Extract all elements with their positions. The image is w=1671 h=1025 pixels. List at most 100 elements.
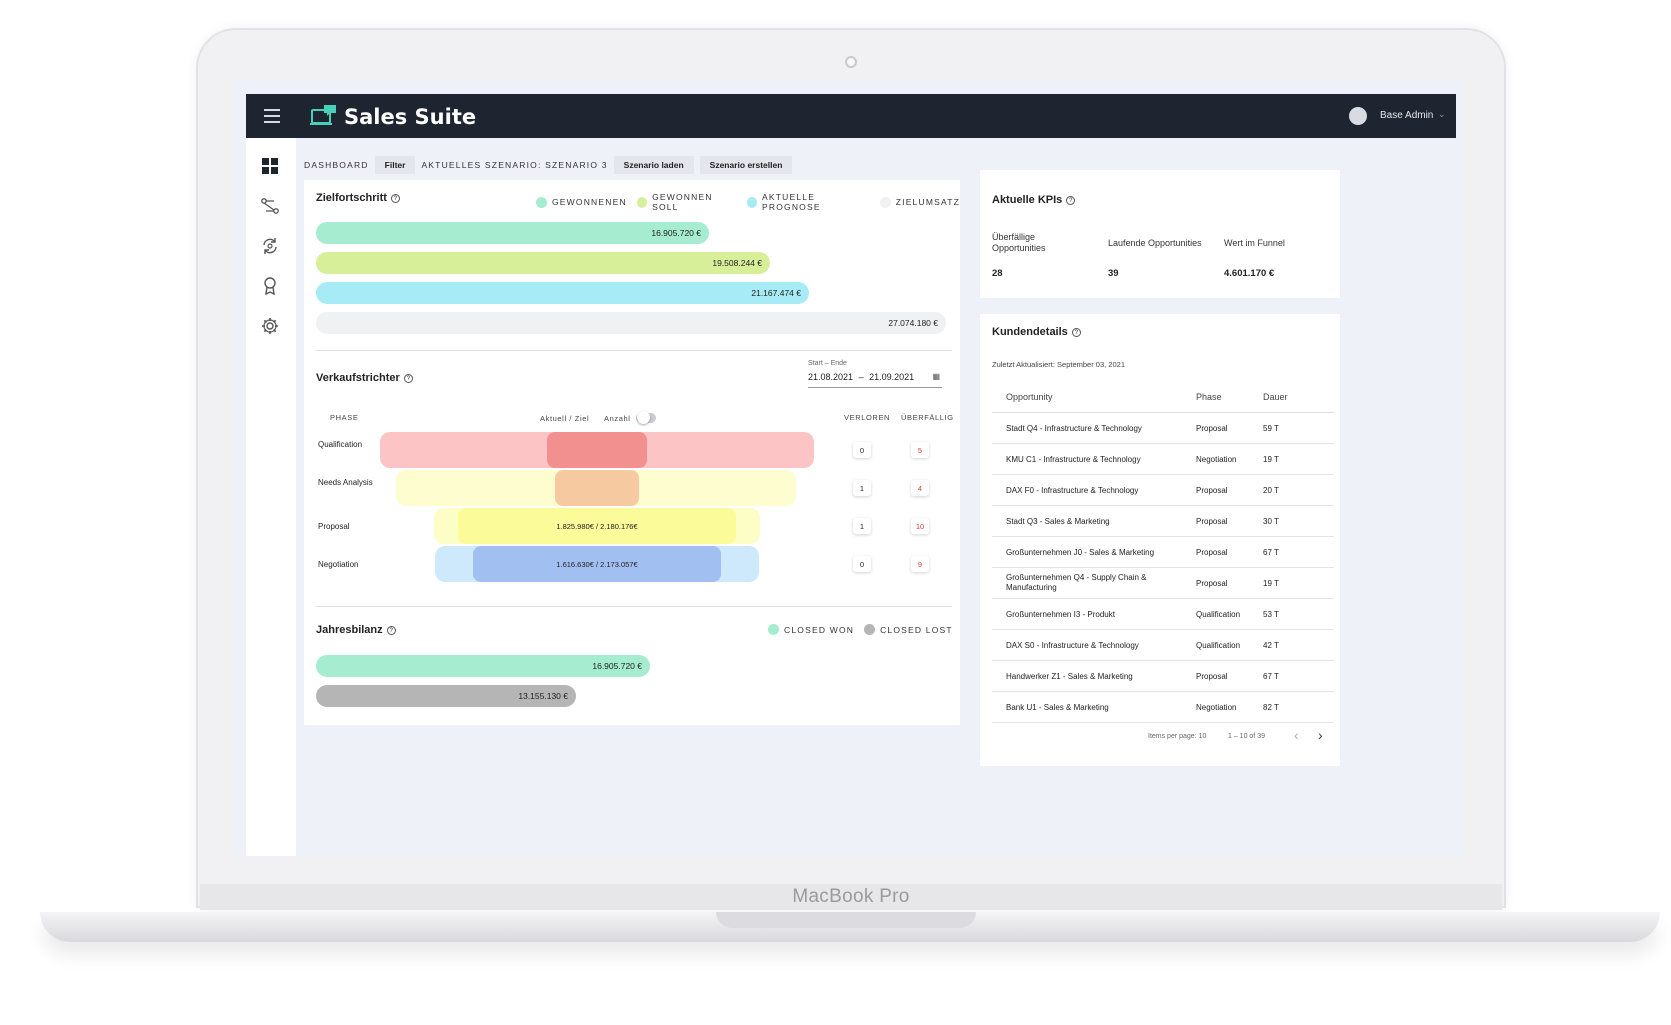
load-scenario-button[interactable]: Szenario laden <box>613 156 694 174</box>
kpi-value: 4.601.170 € <box>1224 268 1275 279</box>
lost-count[interactable]: 1 <box>853 480 871 496</box>
cell-dauer: 30 T <box>1263 517 1279 526</box>
help-icon[interactable]: ? <box>390 193 400 203</box>
ziel-bar: 19.508.244 € <box>316 252 770 274</box>
prev-page-icon[interactable]: ‹ <box>1294 727 1299 743</box>
table-row[interactable]: Stadt Q4 - Infrastructure & Technology Pr… <box>992 413 1334 444</box>
cell-opportunity: Handwerker Z1 - Sales & Marketing <box>1006 672 1133 681</box>
create-scenario-button[interactable]: Szenario erstellen <box>699 156 793 174</box>
cell-opportunity: Großunternehmen Q4 - Supply Chain & Manu… <box>1006 573 1147 592</box>
calendar-icon[interactable]: ▦ <box>932 372 940 381</box>
kunden-title: Kundendetails? <box>992 326 1081 338</box>
lost-count[interactable]: 0 <box>853 556 871 572</box>
legend-item: AKTUELLE PROGNOSE <box>746 192 870 212</box>
left-card: Zielfortschritt? GEWONNENEN GEWONNEN SOL… <box>304 180 960 725</box>
cell-phase: Proposal <box>1196 486 1228 495</box>
cell-dauer: 20 T <box>1263 486 1279 495</box>
column-header-opportunity[interactable]: Opportunity <box>1006 392 1053 402</box>
table-row[interactable]: DAX F0 - Infrastructure & Technology Prop… <box>992 475 1334 506</box>
table-row[interactable]: Großunternehmen I3 - Produkt Qualificatio… <box>992 599 1334 630</box>
legend-item: GEWONNEN SOLL <box>636 192 737 212</box>
next-page-icon[interactable]: › <box>1318 727 1323 743</box>
sync-icon[interactable] <box>260 236 280 256</box>
funnel-actual-bar[interactable] <box>555 470 639 506</box>
table-row[interactable]: Großunternehmen J0 - Sales & Marketing Pr… <box>992 537 1334 568</box>
flow-icon[interactable] <box>260 196 280 216</box>
table-row[interactable]: Bank U1 - Sales & Marketing Negotiation 82… <box>992 692 1334 723</box>
page-range: 1 – 10 of 39 <box>1228 733 1265 740</box>
legend-dot <box>768 624 779 635</box>
filter-button[interactable]: Filter <box>374 156 416 174</box>
chevron-down-icon[interactable]: ⌄ <box>1438 109 1446 120</box>
overdue-count[interactable]: 5 <box>911 442 929 458</box>
breadcrumb-dashboard[interactable]: DASHBOARD <box>304 160 369 170</box>
funnel-phase-label: Proposal <box>318 522 350 531</box>
app-header: Sales Suite Base Admin ⌄ <box>246 94 1456 138</box>
table-row[interactable]: KMU C1 - Infrastructure & Technology Nego… <box>992 444 1334 475</box>
table-row[interactable]: Stadt Q3 - Sales & Marketing Proposal 30 T <box>992 506 1334 537</box>
ziel-title: Zielfortschritt? <box>316 192 400 204</box>
cell-dauer: 67 T <box>1263 672 1279 681</box>
award-icon[interactable] <box>260 276 280 296</box>
logo-icon <box>310 105 336 125</box>
funnel-actual-bar[interactable]: 1.616.630€ / 2.173.057€ <box>473 546 721 582</box>
legend-dot <box>746 196 757 208</box>
last-updated: Zuletzt Aktualisiert: September 03, 2021 <box>992 360 1125 369</box>
app-title: Sales Suite <box>344 105 477 129</box>
cell-dauer: 19 T <box>1263 579 1279 588</box>
cell-phase: Qualification <box>1196 641 1241 650</box>
date-range-input[interactable]: 21.08.2021 – 21.09.2021 ▦ <box>808 372 942 388</box>
toggle-knob[interactable] <box>637 411 650 424</box>
cell-opportunity: DAX S0 - Infrastructure & Technology <box>1006 641 1139 650</box>
legend-dot <box>879 196 891 208</box>
table-row[interactable]: DAX S0 - Infrastructure & Technology Qual… <box>992 630 1334 661</box>
current-scenario-label: AKTUELLES SZENARIO: SZENARIO 3 <box>421 160 608 170</box>
lost-count[interactable]: 1 <box>853 518 871 534</box>
jahres-bar-label: 16.905.720 € <box>592 661 642 671</box>
table-row[interactable]: Großunternehmen Q4 - Supply Chain & Manu… <box>992 568 1334 599</box>
cell-dauer: 42 T <box>1263 641 1279 650</box>
start-date: 21.08.2021 <box>808 372 854 382</box>
overdue-count[interactable]: 9 <box>911 556 929 572</box>
cell-phase: Proposal <box>1196 517 1228 526</box>
laptop-notch <box>716 912 976 928</box>
ziel-legend: GEWONNENEN GEWONNEN SOLL AKTUELLE PROGNO… <box>536 192 960 212</box>
user-avatar-icon[interactable] <box>1349 107 1367 125</box>
help-icon[interactable]: ? <box>403 373 413 383</box>
cell-phase: Qualification <box>1196 610 1241 619</box>
kpi-label: Überfällige Opportunities <box>992 232 1046 253</box>
gear-icon[interactable] <box>260 316 280 336</box>
cell-opportunity: DAX F0 - Infrastructure & Technology <box>1006 486 1139 495</box>
toolbar: DASHBOARD Filter AKTUELLES SZENARIO: SZE… <box>304 156 793 174</box>
legend-dot <box>636 196 648 208</box>
ziel-bar: 16.905.720 € <box>316 222 709 244</box>
funnel-actual-bar[interactable]: 1.825.980€ / 2.180.176€ <box>458 508 736 544</box>
ziel-bar-label: 27.074.180 € <box>888 318 938 328</box>
overdue-count[interactable]: 4 <box>911 480 929 496</box>
date-separator: – <box>858 372 864 382</box>
funnel-actual-bar[interactable] <box>547 432 647 468</box>
user-name[interactable]: Base Admin <box>1380 110 1433 121</box>
lost-count[interactable]: 0 <box>853 442 871 458</box>
column-header-dauer[interactable]: Dauer <box>1263 392 1288 402</box>
help-icon[interactable]: ? <box>386 625 396 635</box>
kpi-card: Aktuelle KPIs? Überfällige Opportunities… <box>980 170 1340 298</box>
aktuell-ziel-toggle[interactable] <box>636 411 656 424</box>
help-icon[interactable]: ? <box>1066 195 1076 205</box>
kunden-card: Kundendetails? Zuletzt Aktualisiert: Sep… <box>980 314 1340 766</box>
column-header-phase[interactable]: Phase <box>1196 392 1222 402</box>
overdue-count[interactable]: 10 <box>911 518 929 534</box>
legend-item: CLOSED LOST <box>864 624 953 635</box>
hamburger-menu-icon[interactable] <box>264 109 280 123</box>
table-row[interactable]: Handwerker Z1 - Sales & Marketing Proposa… <box>992 661 1334 692</box>
funnel-value-label: 1.825.980€ / 2.180.176€ <box>556 521 638 531</box>
cell-opportunity: Großunternehmen I3 - Produkt <box>1006 610 1115 619</box>
divider <box>316 606 952 607</box>
ziel-bar-label: 19.508.244 € <box>712 258 762 268</box>
dashboard-icon[interactable] <box>260 156 280 176</box>
kpi-value: 28 <box>992 268 1003 279</box>
cell-dauer: 53 T <box>1263 610 1279 619</box>
help-icon[interactable]: ? <box>1071 327 1081 337</box>
items-per-page[interactable]: Items per page: 10 <box>1148 733 1206 740</box>
cell-phase: Negotiation <box>1196 455 1237 464</box>
